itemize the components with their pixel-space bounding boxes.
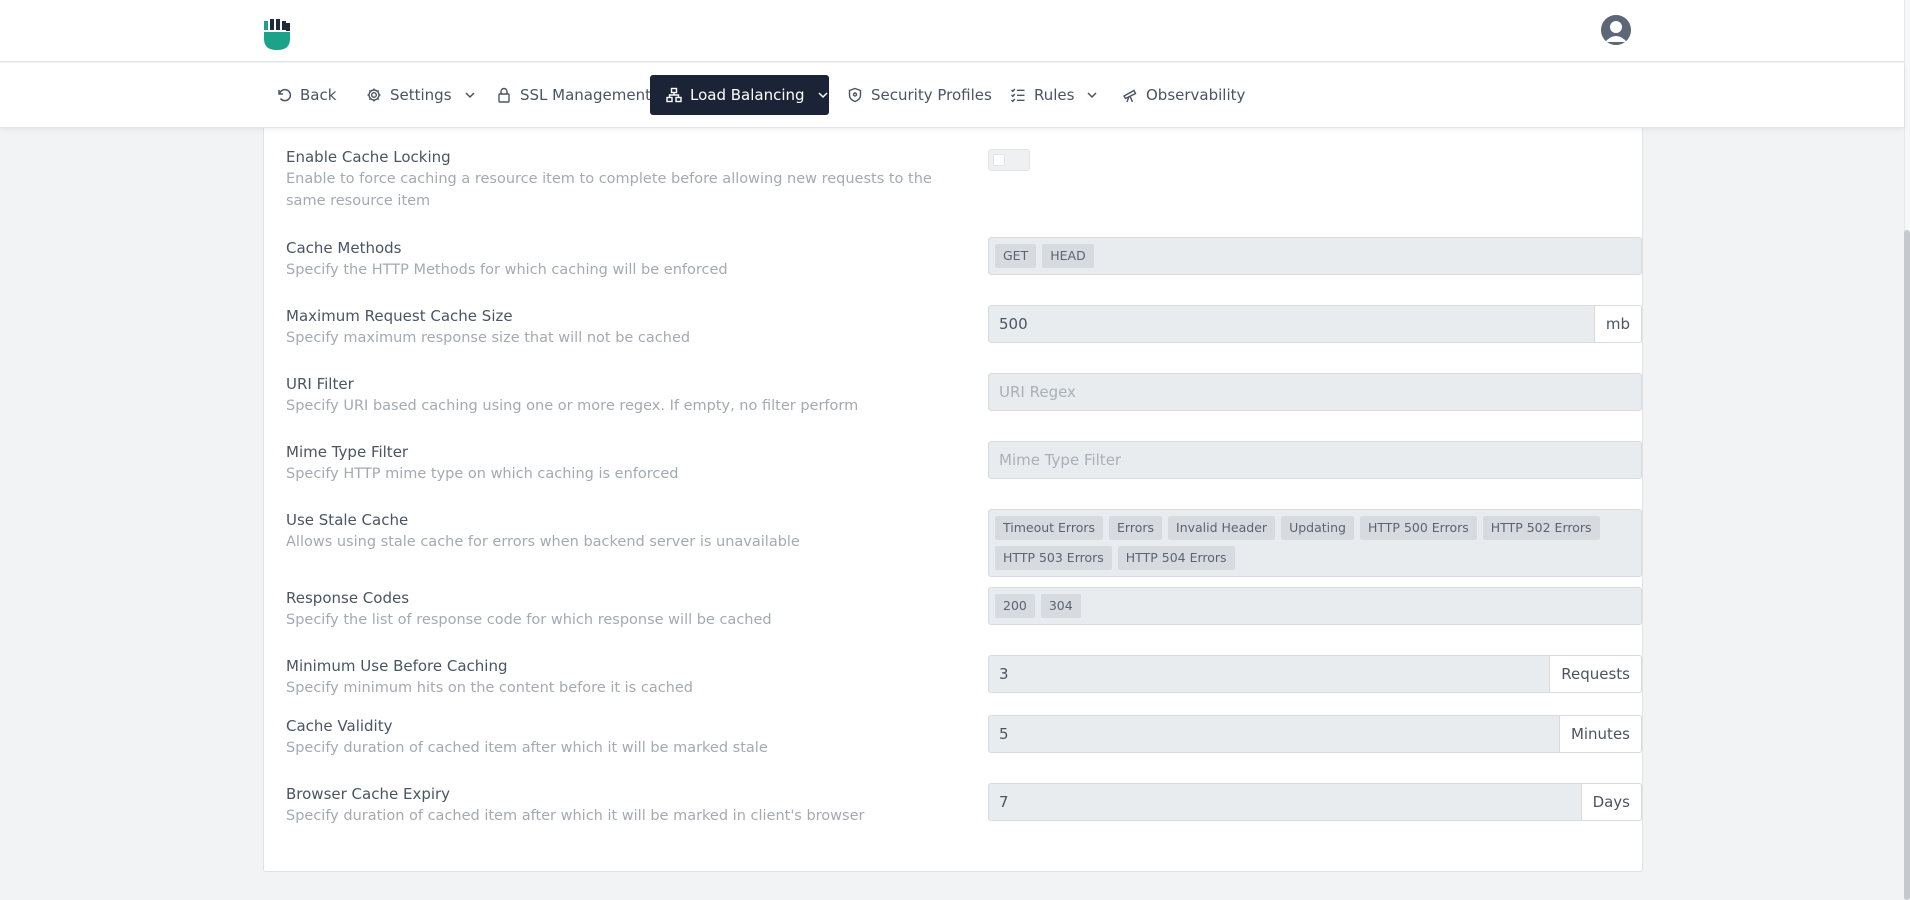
- tag-timeout-errors[interactable]: Timeout Errors: [995, 516, 1104, 540]
- min-use-input[interactable]: 3: [988, 655, 1551, 693]
- app-logo-icon[interactable]: [263, 19, 291, 51]
- chevron-down-icon: [818, 92, 828, 99]
- setting-response-codes: Response Codes Specify the list of respo…: [286, 587, 1642, 631]
- setting-description: Specify minimum hits on the content befo…: [286, 680, 693, 696]
- tag-200[interactable]: 200: [995, 594, 1035, 618]
- mime-filter-input[interactable]: Mime Type Filter: [988, 441, 1642, 479]
- setting-cache-methods: Cache Methods Specify the HTTP Methods f…: [286, 237, 1642, 281]
- cache-methods-select[interactable]: GET HEAD: [988, 237, 1642, 275]
- response-codes-select[interactable]: 200 304: [988, 587, 1642, 625]
- stale-cache-select[interactable]: Timeout Errors Errors Invalid Header Upd…: [988, 509, 1642, 577]
- cache-validity-input[interactable]: 5: [988, 715, 1560, 753]
- setting-description: Specify duration of cached item after wh…: [286, 740, 768, 756]
- nav-load-balancing[interactable]: Load Balancing: [650, 75, 829, 115]
- undo-icon: [278, 88, 292, 102]
- setting-browser-expiry: Browser Cache Expiry Specify duration of…: [286, 783, 1642, 827]
- top-bar: [0, 0, 1904, 62]
- setting-cache-validity: Cache Validity Specify duration of cache…: [286, 715, 1642, 759]
- chevron-down-icon: [465, 92, 475, 99]
- nav-ssl-management[interactable]: SSL Management: [484, 75, 663, 115]
- user-icon: [1601, 15, 1631, 45]
- tag-http-500[interactable]: HTTP 500 Errors: [1359, 516, 1477, 540]
- tag-304[interactable]: 304: [1040, 594, 1081, 618]
- setting-description: Specify maximum response size that will …: [286, 330, 691, 346]
- setting-max-request-size: Maximum Request Cache Size Specify maxim…: [286, 305, 1642, 349]
- nav-security-profiles-label: Security Profiles: [871, 86, 992, 104]
- max-request-size-input[interactable]: 500: [988, 305, 1595, 343]
- tag-updating[interactable]: Updating: [1281, 516, 1354, 540]
- setting-description: Specify URI based caching using one or m…: [286, 398, 859, 414]
- main-nav: Back Settings SSL Management Load Balanc…: [0, 63, 1904, 128]
- nav-observability-label: Observability: [1146, 86, 1246, 104]
- unit-addon: Requests: [1550, 655, 1642, 693]
- nav-rules[interactable]: Rules: [998, 75, 1110, 115]
- list-check-icon: [1011, 88, 1025, 103]
- shield-icon: [848, 87, 862, 103]
- nav-load-balancing-label: Load Balancing: [690, 86, 805, 104]
- tag-head[interactable]: HEAD: [1042, 244, 1094, 268]
- gear-icon: [367, 88, 381, 102]
- tag-errors[interactable]: Errors: [1109, 516, 1163, 540]
- setting-description: Enable to force caching a resource item …: [286, 171, 932, 209]
- nav-security-profiles[interactable]: Security Profiles: [835, 75, 1004, 115]
- cache-settings-card: Enable Cache Locking Enable to force cac…: [263, 100, 1643, 872]
- telescope-icon: [1123, 89, 1137, 103]
- toggle-knob: [993, 154, 1005, 166]
- nav-back[interactable]: Back: [264, 75, 348, 115]
- setting-mime-filter: Mime Type Filter Specify HTTP mime type …: [286, 441, 1642, 485]
- uri-filter-input[interactable]: URI Regex: [988, 373, 1642, 411]
- unit-addon: Days: [1581, 783, 1642, 821]
- setting-cache-locking: Enable Cache Locking Enable to force cac…: [286, 146, 1626, 212]
- setting-description: Specify the list of response code for wh…: [286, 612, 772, 628]
- tag-invalid-header[interactable]: Invalid Header: [1168, 516, 1276, 540]
- setting-stale-cache: Use Stale Cache Allows using stale cache…: [286, 509, 1642, 577]
- sitemap-icon: [666, 87, 682, 103]
- nav-settings[interactable]: Settings: [354, 75, 488, 115]
- setting-description: Specify the HTTP Methods for which cachi…: [286, 262, 728, 278]
- tag-http-504[interactable]: HTTP 504 Errors: [1117, 546, 1235, 570]
- unit-addon: mb: [1594, 305, 1642, 343]
- unit-addon: Minutes: [1559, 715, 1642, 753]
- setting-min-use: Minimum Use Before Caching Specify minim…: [286, 655, 1642, 699]
- nav-back-label: Back: [300, 86, 337, 104]
- setting-uri-filter: URI Filter Specify URI based caching usi…: [286, 373, 1642, 417]
- setting-label: Enable Cache Locking: [286, 148, 451, 166]
- tag-http-502[interactable]: HTTP 502 Errors: [1482, 516, 1600, 540]
- nav-settings-label: Settings: [390, 86, 452, 104]
- chevron-down-icon: [1087, 92, 1097, 99]
- tag-http-503[interactable]: HTTP 503 Errors: [995, 546, 1112, 570]
- setting-description: Allows using stale cache for errors when…: [286, 534, 800, 550]
- setting-description: Specify HTTP mime type on which caching …: [286, 466, 679, 482]
- scrollbar-thumb[interactable]: [1904, 230, 1910, 900]
- nav-ssl-label: SSL Management: [520, 86, 651, 104]
- setting-description: Specify duration of cached item after wh…: [286, 808, 865, 824]
- cache-locking-toggle[interactable]: [988, 149, 1030, 171]
- nav-observability[interactable]: Observability: [1110, 75, 1257, 115]
- nav-rules-label: Rules: [1034, 86, 1075, 104]
- user-avatar[interactable]: [1601, 15, 1631, 45]
- lock-icon: [498, 87, 510, 103]
- browser-expiry-input[interactable]: 7: [988, 783, 1582, 821]
- tag-get[interactable]: GET: [995, 244, 1037, 268]
- page-scrollbar[interactable]: [1904, 0, 1910, 900]
